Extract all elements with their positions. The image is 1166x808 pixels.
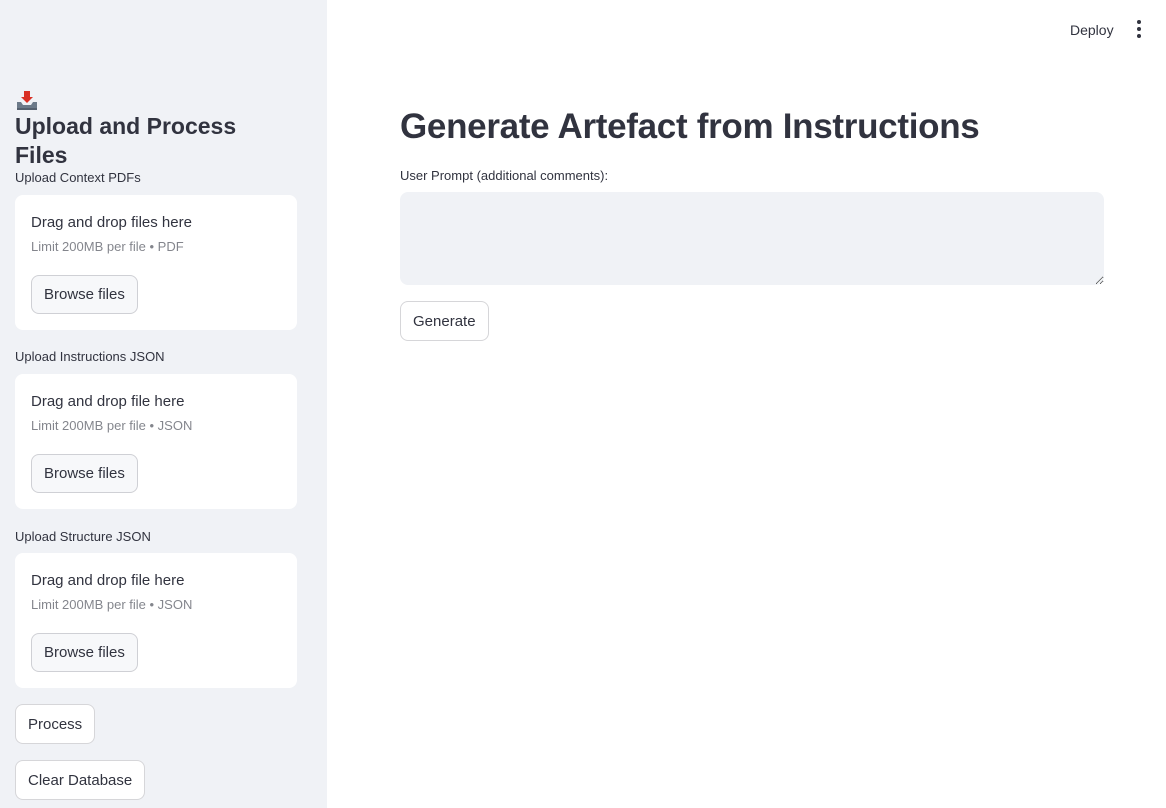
sidebar-title-text: Upload and Process Files (15, 113, 237, 168)
uploader-label-instructions-json: Upload Instructions JSON (15, 349, 165, 364)
uploader-label-context-pdfs: Upload Context PDFs (15, 170, 141, 185)
process-button[interactable]: Process (15, 704, 96, 744)
dropzone-instruction: Drag and drop file here (31, 393, 185, 410)
deploy-button[interactable]: Deploy (1064, 18, 1120, 42)
sidebar: Upload and Process Files Upload Context … (0, 0, 327, 808)
vertical-dots-icon[interactable] (1131, 18, 1147, 40)
dropzone-instructions-json[interactable]: Drag and drop file here Limit 200MB per … (15, 374, 297, 509)
dot (1137, 34, 1141, 38)
dropzone-instruction: Drag and drop files here (31, 214, 192, 231)
dropzone-structure-json[interactable]: Drag and drop file here Limit 200MB per … (15, 553, 297, 688)
browse-files-button[interactable]: Browse files (31, 454, 138, 493)
sidebar-title: Upload and Process Files (15, 90, 275, 170)
browse-files-button[interactable]: Browse files (31, 633, 138, 672)
dot (1137, 20, 1141, 24)
user-prompt-textarea[interactable] (400, 192, 1104, 285)
dropzone-instruction: Drag and drop file here (31, 572, 185, 589)
generate-button[interactable]: Generate (400, 301, 489, 341)
dropzone-context-pdfs[interactable]: Drag and drop files here Limit 200MB per… (15, 195, 297, 330)
dropzone-limit: Limit 200MB per file • JSON (31, 418, 193, 433)
inbox-tray-icon (17, 91, 37, 110)
dropzone-limit: Limit 200MB per file • PDF (31, 239, 184, 254)
dot (1137, 27, 1141, 31)
page-title: Generate Artefact from Instructions (400, 107, 980, 146)
clear-database-button[interactable]: Clear Database (15, 760, 146, 800)
uploader-label-structure-json: Upload Structure JSON (15, 529, 151, 544)
user-prompt-label: User Prompt (additional comments): (400, 168, 609, 183)
browse-files-button[interactable]: Browse files (31, 275, 138, 314)
dropzone-limit: Limit 200MB per file • JSON (31, 597, 193, 612)
